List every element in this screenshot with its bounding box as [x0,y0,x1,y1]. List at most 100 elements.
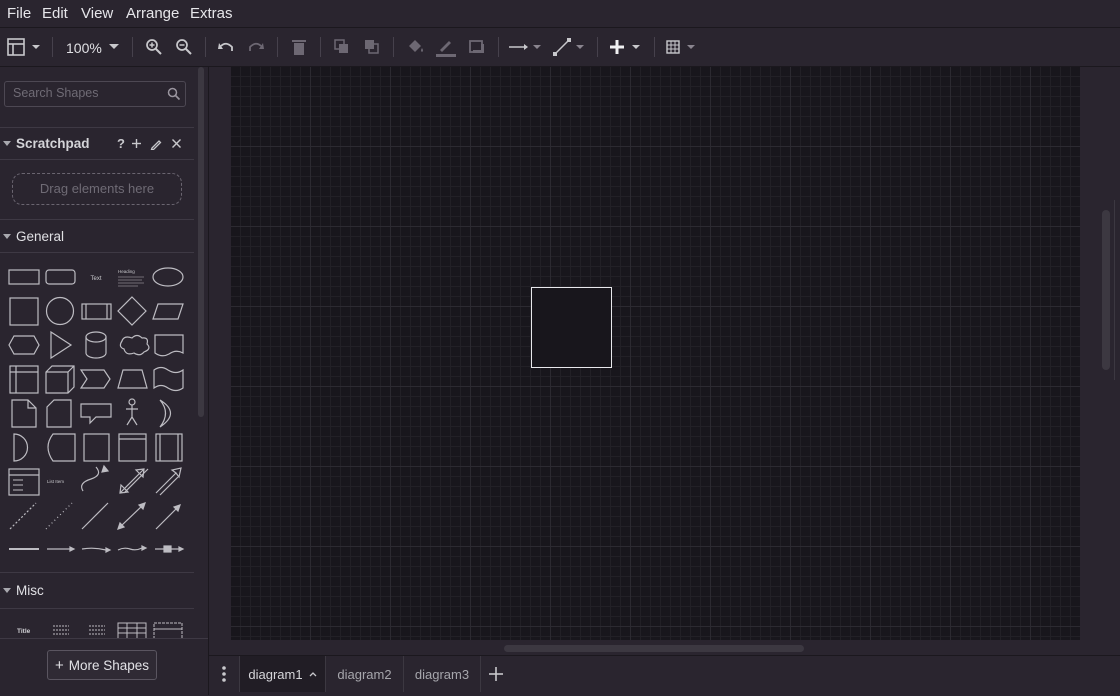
zoom-out-button[interactable] [174,36,194,58]
menu-arrange[interactable]: Arrange [126,5,179,22]
container-shape[interactable] [83,433,110,462]
menu-bar: File Edit View Arrange Extras [0,0,1120,28]
title-shape[interactable]: Title [17,628,31,635]
wavy-arrow-connector-shape[interactable] [117,547,143,551]
triangle-shape[interactable] [50,330,73,360]
collapse-triangle-icon[interactable] [3,234,11,239]
bidirectional-arrow-shape[interactable] [119,468,149,494]
list-item-shape[interactable]: List Item [47,479,64,484]
document-shape[interactable] [154,334,184,357]
hexagon-shape[interactable] [8,335,40,355]
dashed-line-shape[interactable] [9,502,37,530]
more-vertical-icon [222,666,226,682]
line-color-button[interactable] [435,36,457,58]
tape-shape[interactable] [153,366,184,392]
horizontal-scrollbar[interactable] [504,645,804,652]
directional-connector-shape[interactable] [155,507,178,530]
scratchpad-title[interactable]: Scratchpad [16,136,90,151]
list-shape[interactable] [8,468,40,496]
square-shape[interactable] [9,297,39,326]
tab-diagram3[interactable]: diagram3 [404,656,480,692]
line-shape[interactable] [81,502,109,530]
curve-shape[interactable] [81,466,100,492]
table-shape[interactable] [117,622,147,639]
add-page-button[interactable] [485,656,507,692]
fill-color-button[interactable] [405,36,425,58]
cube-shape[interactable] [45,365,75,394]
line-color-icon [436,41,456,57]
ellipse-shape[interactable] [152,267,184,287]
zoom-dropdown[interactable] [108,36,120,58]
to-front-button[interactable] [332,36,352,58]
data-storage-shape[interactable] [47,433,76,462]
table-button[interactable] [664,36,698,58]
callout-shape[interactable] [80,403,112,425]
cloud-shape[interactable] [119,334,150,356]
list-text-shape[interactable] [53,625,69,635]
internal-storage-shape[interactable] [9,365,39,394]
search-input[interactable] [11,85,165,101]
dotted-line-shape[interactable] [45,502,73,530]
parallelogram-shape[interactable] [152,303,184,320]
add-icon[interactable] [131,138,142,149]
page-menu-button[interactable] [215,656,233,692]
note-shape[interactable] [11,399,37,428]
waypoints-button[interactable] [552,36,586,58]
zoom-in-button[interactable] [144,36,164,58]
misc-shapes-palette: Title [17,622,183,639]
card-shape[interactable] [46,399,72,428]
misc-section-title[interactable]: Misc [16,583,44,598]
trapezoid-shape[interactable] [117,369,148,389]
vertical-scrollbar[interactable] [1102,210,1110,370]
curved-arrow-connector-shape[interactable] [81,547,107,551]
diagram-page[interactable] [231,67,1080,640]
chevron-up-icon[interactable] [309,671,317,677]
fill-color-icon [409,40,423,52]
search-box [4,81,186,107]
search-icon[interactable] [167,87,181,101]
diagram-canvas[interactable] [209,67,1120,655]
actor-shape[interactable] [128,398,136,406]
rectangle-shape[interactable] [8,269,40,285]
divider [0,127,194,128]
step-shape[interactable] [79,369,111,389]
circle-shape[interactable] [45,296,75,326]
grid-table-shape[interactable] [153,622,183,639]
list-text-shape-2[interactable] [89,625,105,635]
or-shape[interactable] [159,399,172,428]
menu-file[interactable]: File [7,5,31,22]
insert-button[interactable] [608,36,644,58]
collapse-triangle-icon[interactable] [3,141,11,146]
tab-diagram1[interactable]: diagram1 [240,656,325,692]
delay-shape[interactable] [13,433,29,462]
heading-shape[interactable]: Heading [118,269,135,274]
menu-extras[interactable]: Extras [190,5,233,22]
undo-button[interactable] [216,36,236,58]
scratchpad-drop-zone[interactable]: Drag elements here [12,173,182,205]
general-section-title[interactable]: General [16,229,64,244]
delete-button[interactable] [290,36,308,58]
edit-pencil-icon[interactable] [150,138,162,150]
tab-label: diagram2 [337,666,392,682]
close-icon[interactable] [171,138,182,149]
scratchpad-help-button[interactable]: ? [117,136,125,151]
diamond-shape[interactable] [117,296,147,326]
more-shapes-button[interactable]: + More Shapes [47,650,157,680]
swimlane-shape[interactable] [118,433,147,462]
menu-view[interactable]: View [81,5,113,22]
arrow-shape[interactable] [155,467,182,494]
sidebar-scrollbar[interactable] [198,67,204,417]
to-back-button[interactable] [362,36,382,58]
text-shape[interactable]: Text [90,276,101,282]
collapse-triangle-icon[interactable] [3,588,11,593]
redo-button[interactable] [246,36,266,58]
menu-edit[interactable]: Edit [42,5,68,22]
rounded-rectangle-shape[interactable] [45,269,76,285]
connection-style-button[interactable] [508,36,542,58]
format-panel-button[interactable] [6,36,42,58]
shadow-button[interactable] [467,36,487,58]
tab-diagram2[interactable]: diagram2 [326,656,403,692]
rectangle-shape-on-canvas[interactable] [531,287,612,368]
bidirectional-connector-shape[interactable] [119,504,144,528]
zoom-level[interactable]: 100% [66,40,102,56]
